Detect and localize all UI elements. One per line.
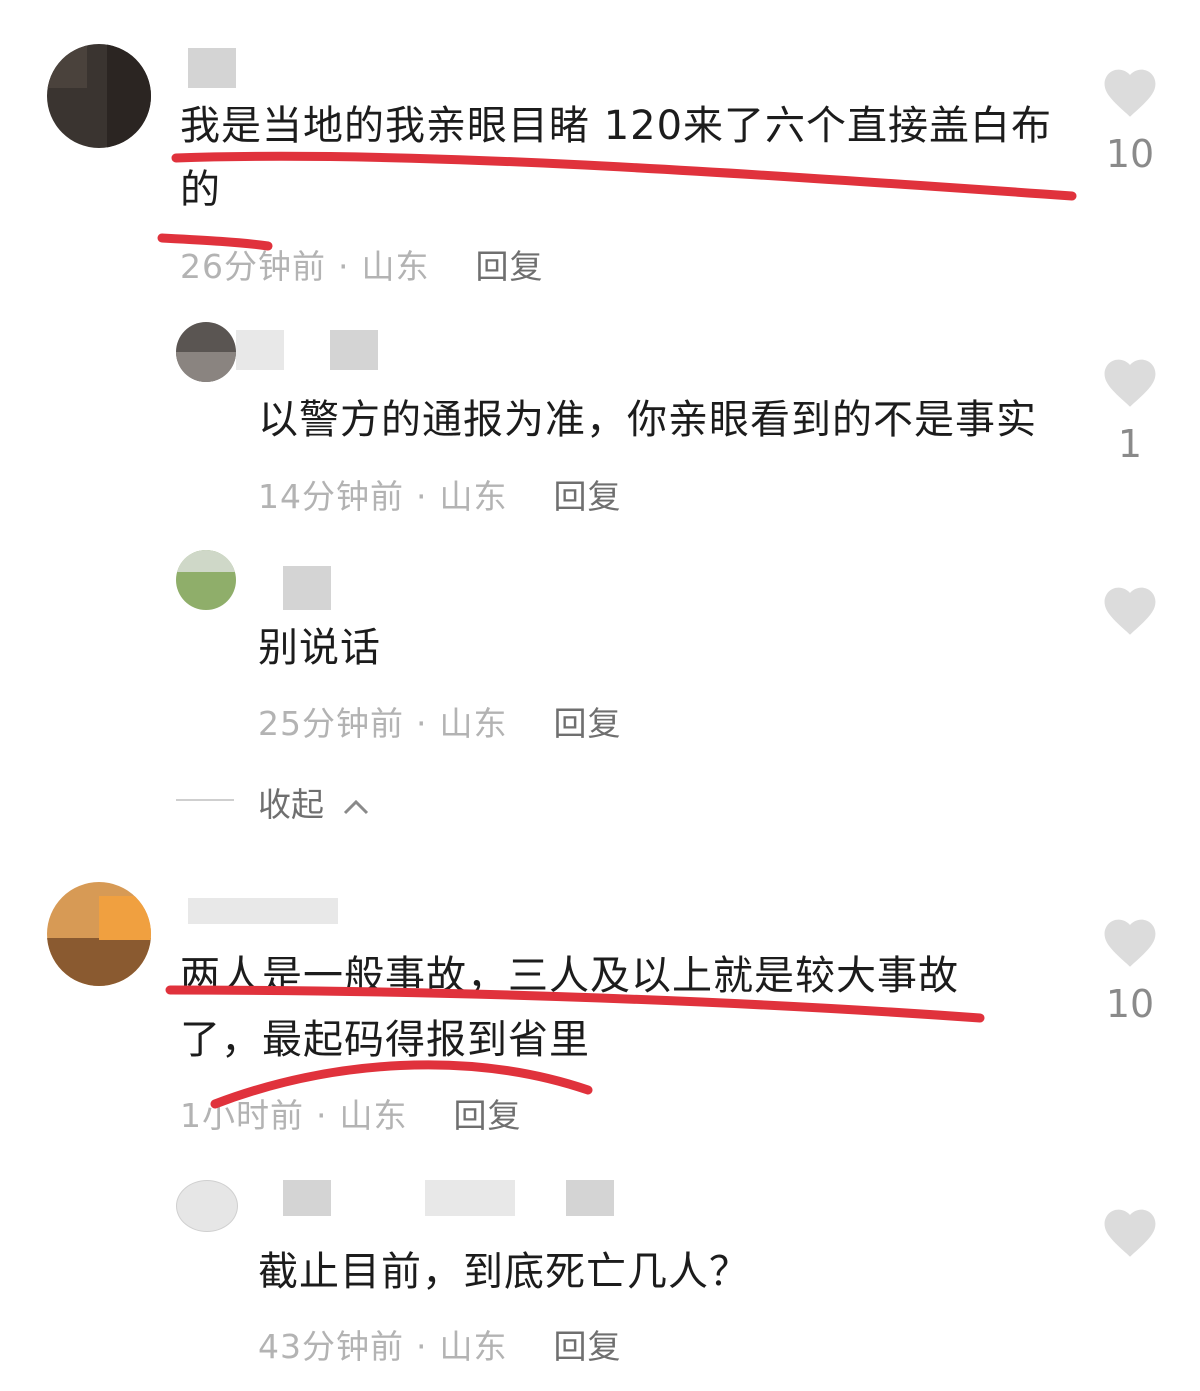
reply-location: 山东 [439, 704, 508, 743]
collapse-button[interactable]: 收起 [258, 778, 371, 826]
username-mosaic[interactable] [236, 330, 284, 370]
reply-time: 14分钟前 [258, 477, 404, 516]
reply-button[interactable]: 回复 [554, 1327, 622, 1366]
like-count: 1 [1117, 422, 1143, 466]
username-mosaic[interactable] [330, 330, 378, 370]
reply-button[interactable]: 回复 [554, 477, 622, 516]
reply-meta: 14分钟前 · 山东 回复 [258, 477, 622, 516]
reply-button[interactable]: 回复 [454, 1096, 522, 1135]
chevron-up-icon [343, 799, 368, 814]
like-count: 10 [1105, 132, 1155, 176]
reply-meta: 25分钟前 · 山东 回复 [258, 704, 622, 743]
reply-time: 25分钟前 [258, 704, 404, 743]
like-button[interactable]: 10 [1097, 62, 1163, 176]
reply-time: 43分钟前 [258, 1327, 404, 1366]
username-mosaic[interactable] [188, 898, 338, 924]
reply-text: 截止目前，到底死亡几人？ [258, 1249, 750, 1295]
reply-text: 以警方的通报为准，你亲眼看到的不是事实 [258, 397, 1037, 443]
username-mosaic[interactable] [425, 1180, 515, 1216]
avatar[interactable] [176, 550, 236, 610]
like-count: 10 [1105, 982, 1155, 1026]
username-mosaic[interactable] [566, 1180, 614, 1216]
comment-location: 山东 [361, 247, 430, 286]
username-mosaic[interactable] [188, 48, 236, 88]
comment-meta: 26分钟前 · 山东 回复 [180, 247, 544, 286]
username-mosaic[interactable] [283, 566, 331, 610]
reply-meta: 43分钟前 · 山东 回复 [258, 1327, 622, 1366]
heart-icon [1104, 359, 1156, 407]
collapse-label: 收起 [258, 785, 324, 824]
like-button[interactable] [1097, 1202, 1163, 1258]
heart-icon [1104, 69, 1156, 117]
reply-button[interactable]: 回复 [476, 247, 544, 286]
like-button[interactable]: 10 [1097, 912, 1163, 1026]
comment-time: 1小时前 [180, 1096, 304, 1135]
heart-icon [1104, 919, 1156, 967]
avatar[interactable] [176, 1180, 238, 1232]
comment-text: 我是当地的我亲眼目睹 120来了六个直接盖白布的 [180, 103, 1053, 213]
reply-text: 别说话 [258, 625, 381, 671]
comment-time: 26分钟前 [180, 247, 326, 286]
heart-icon [1104, 587, 1156, 635]
comment-meta: 1小时前 · 山东 回复 [180, 1096, 522, 1135]
collapse-divider [176, 799, 234, 801]
like-button[interactable] [1097, 580, 1163, 636]
avatar[interactable] [47, 882, 151, 986]
comment-location: 山东 [339, 1096, 408, 1135]
reply-location: 山东 [439, 477, 508, 516]
heart-icon [1104, 1209, 1156, 1257]
comment-text: 两人是一般事故，三人及以上就是较大事故了，最起码得报到省里 [180, 953, 959, 1063]
username-mosaic[interactable] [283, 1180, 331, 1216]
avatar[interactable] [176, 322, 236, 382]
reply-button[interactable]: 回复 [554, 704, 622, 743]
reply-location: 山东 [439, 1327, 508, 1366]
avatar[interactable] [47, 44, 151, 148]
like-button[interactable]: 1 [1097, 352, 1163, 466]
